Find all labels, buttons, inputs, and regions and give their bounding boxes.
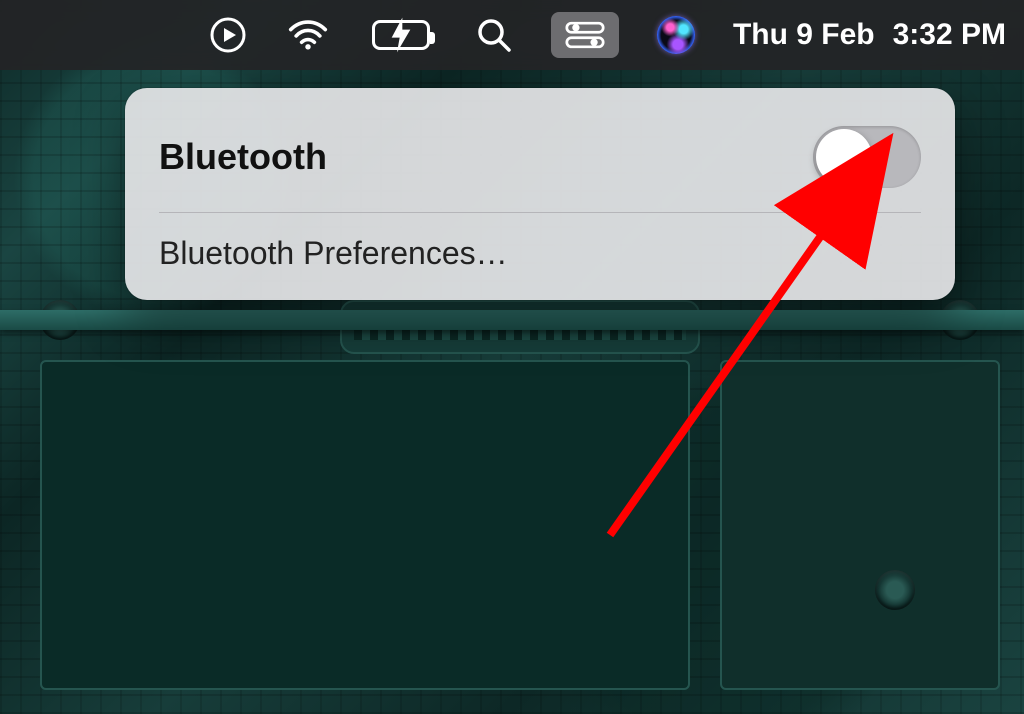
menubar-time: 3:32 PM — [893, 18, 1006, 52]
bluetooth-header-row: Bluetooth — [159, 112, 921, 212]
siri-menu[interactable] — [653, 12, 699, 58]
battery-charging-icon — [365, 18, 437, 52]
search-icon — [474, 15, 514, 55]
menubar-datetime[interactable]: Thu 9 Feb 3:32 PM — [733, 18, 1006, 52]
toggle-knob — [816, 129, 872, 185]
bluetooth-preferences-item[interactable]: Bluetooth Preferences… — [159, 213, 921, 282]
play-icon — [208, 15, 248, 55]
control-center-menu[interactable] — [551, 12, 619, 58]
wifi-icon — [288, 15, 328, 55]
menubar: Thu 9 Feb 3:32 PM — [0, 0, 1024, 70]
bluetooth-title: Bluetooth — [159, 136, 327, 178]
menubar-date: Thu 9 Feb — [733, 18, 875, 52]
control-center-icon — [565, 15, 605, 55]
wifi-menu[interactable] — [285, 12, 331, 58]
siri-icon — [657, 16, 695, 54]
menubar-right: Thu 9 Feb 3:32 PM — [205, 12, 1006, 58]
spotlight-search[interactable] — [471, 12, 517, 58]
bluetooth-toggle[interactable] — [813, 126, 921, 188]
now-playing-menu[interactable] — [205, 12, 251, 58]
bluetooth-panel: Bluetooth Bluetooth Preferences… — [125, 88, 955, 300]
battery-menu[interactable] — [365, 12, 437, 58]
